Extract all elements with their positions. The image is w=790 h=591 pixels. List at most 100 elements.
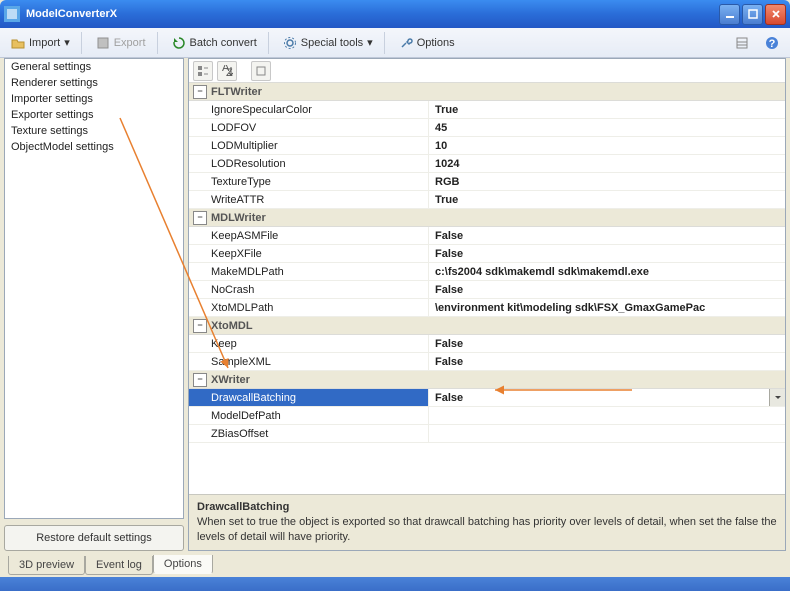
- import-button[interactable]: Import ▾: [4, 31, 77, 55]
- category-fltwriter[interactable]: −FLTWriter: [189, 83, 785, 101]
- property-pages-button[interactable]: [251, 61, 271, 81]
- property-name: TextureType: [189, 173, 429, 190]
- batch-label: Batch convert: [190, 37, 257, 49]
- batch-convert-button[interactable]: Batch convert: [165, 31, 264, 55]
- property-name: ZBiasOffset: [189, 425, 429, 442]
- svg-text:?: ?: [769, 38, 776, 50]
- property-row[interactable]: ModelDefPath: [189, 407, 785, 425]
- property-name: DrawcallBatching: [189, 389, 429, 406]
- property-grid: −FLTWriterIgnoreSpecularColorTrueLODFOV4…: [189, 83, 785, 494]
- svg-text:Z: Z: [226, 67, 233, 77]
- property-value[interactable]: \environment kit\modeling sdk\FSX_GmaxGa…: [429, 299, 785, 316]
- category-mdlwriter[interactable]: −MDLWriter: [189, 209, 785, 227]
- property-row[interactable]: XtoMDLPath\environment kit\modeling sdk\…: [189, 299, 785, 317]
- description-title: DrawcallBatching: [197, 501, 777, 513]
- property-row[interactable]: IgnoreSpecularColorTrue: [189, 101, 785, 119]
- special-label: Special tools: [301, 37, 363, 49]
- dropdown-arrow-icon[interactable]: [769, 389, 785, 406]
- property-value[interactable]: False: [429, 227, 785, 244]
- property-value[interactable]: False: [429, 353, 785, 370]
- sidebar-item-renderer[interactable]: Renderer settings: [5, 75, 183, 91]
- bottom-tabs: 3D preview Event log Options: [8, 556, 213, 575]
- gear-icon: [283, 36, 297, 50]
- sidebar-item-exporter[interactable]: Exporter settings: [5, 107, 183, 123]
- property-row[interactable]: ZBiasOffset: [189, 425, 785, 443]
- export-button[interactable]: Export: [89, 31, 153, 55]
- property-value[interactable]: 45: [429, 119, 785, 136]
- property-value[interactable]: False: [429, 245, 785, 262]
- property-value[interactable]: True: [429, 101, 785, 118]
- property-row[interactable]: SampleXMLFalse: [189, 353, 785, 371]
- toolbar: Import ▾ Export Batch convert Special to…: [0, 28, 790, 58]
- folder-open-icon: [11, 36, 25, 50]
- help-button[interactable]: ?: [758, 31, 786, 55]
- property-row[interactable]: LODResolution1024: [189, 155, 785, 173]
- maximize-button[interactable]: [742, 4, 763, 25]
- property-value[interactable]: [429, 407, 785, 424]
- alphabetical-view-button[interactable]: AZ: [217, 61, 237, 81]
- collapse-icon[interactable]: −: [193, 85, 207, 99]
- tab-options[interactable]: Options: [153, 555, 213, 574]
- sidebar-item-general[interactable]: General settings: [5, 59, 183, 75]
- description-text: When set to true the object is exported …: [197, 515, 777, 544]
- properties-button[interactable]: [728, 31, 756, 55]
- category-label: MDLWriter: [211, 212, 266, 224]
- export-label: Export: [114, 37, 146, 49]
- property-value[interactable]: 10: [429, 137, 785, 154]
- property-name: LODMultiplier: [189, 137, 429, 154]
- options-button[interactable]: Options: [392, 31, 462, 55]
- sidebar-item-objectmodel[interactable]: ObjectModel settings: [5, 139, 183, 155]
- categorized-view-button[interactable]: [193, 61, 213, 81]
- collapse-icon[interactable]: −: [193, 211, 207, 225]
- collapse-icon[interactable]: −: [193, 319, 207, 333]
- category-xtomdl[interactable]: −XtoMDL: [189, 317, 785, 335]
- settings-category-list: General settings Renderer settings Impor…: [4, 58, 184, 519]
- property-row[interactable]: TextureTypeRGB: [189, 173, 785, 191]
- property-row[interactable]: WriteATTRTrue: [189, 191, 785, 209]
- property-name: LODResolution: [189, 155, 429, 172]
- sidebar-item-importer[interactable]: Importer settings: [5, 91, 183, 107]
- property-name: MakeMDLPath: [189, 263, 429, 280]
- category-label: XWriter: [211, 374, 250, 386]
- category-xwriter[interactable]: −XWriter: [189, 371, 785, 389]
- property-value[interactable]: RGB: [429, 173, 785, 190]
- property-value[interactable]: True: [429, 191, 785, 208]
- property-row[interactable]: LODMultiplier10: [189, 137, 785, 155]
- tab-3d-preview[interactable]: 3D preview: [8, 556, 85, 575]
- property-name: WriteATTR: [189, 191, 429, 208]
- save-icon: [96, 36, 110, 50]
- restore-defaults-button[interactable]: Restore default settings: [4, 525, 184, 551]
- tab-event-log[interactable]: Event log: [85, 556, 153, 575]
- property-row[interactable]: DrawcallBatchingFalse: [189, 389, 785, 407]
- property-row[interactable]: KeepXFileFalse: [189, 245, 785, 263]
- property-name: ModelDefPath: [189, 407, 429, 424]
- collapse-icon[interactable]: −: [193, 373, 207, 387]
- property-value[interactable]: False: [429, 389, 785, 406]
- chevron-down-icon: ▾: [64, 36, 70, 49]
- property-value[interactable]: [429, 425, 785, 442]
- property-row[interactable]: KeepFalse: [189, 335, 785, 353]
- property-value[interactable]: False: [429, 335, 785, 352]
- special-tools-button[interactable]: Special tools ▾: [276, 31, 380, 55]
- wrench-icon: [399, 36, 413, 50]
- property-value[interactable]: c:\fs2004 sdk\makemdl sdk\makemdl.exe: [429, 263, 785, 280]
- property-value[interactable]: False: [429, 281, 785, 298]
- property-row[interactable]: MakeMDLPathc:\fs2004 sdk\makemdl sdk\mak…: [189, 263, 785, 281]
- property-name: Keep: [189, 335, 429, 352]
- property-row[interactable]: LODFOV45: [189, 119, 785, 137]
- property-row[interactable]: KeepASMFileFalse: [189, 227, 785, 245]
- property-name: IgnoreSpecularColor: [189, 101, 429, 118]
- app-icon: [4, 6, 20, 22]
- close-button[interactable]: [765, 4, 786, 25]
- property-name: KeepXFile: [189, 245, 429, 262]
- list-icon: [735, 36, 749, 50]
- minimize-button[interactable]: [719, 4, 740, 25]
- sidebar-item-texture[interactable]: Texture settings: [5, 123, 183, 139]
- property-value[interactable]: 1024: [429, 155, 785, 172]
- category-label: FLTWriter: [211, 86, 262, 98]
- property-name: LODFOV: [189, 119, 429, 136]
- property-name: SampleXML: [189, 353, 429, 370]
- property-name: XtoMDLPath: [189, 299, 429, 316]
- category-label: XtoMDL: [211, 320, 253, 332]
- property-row[interactable]: NoCrashFalse: [189, 281, 785, 299]
